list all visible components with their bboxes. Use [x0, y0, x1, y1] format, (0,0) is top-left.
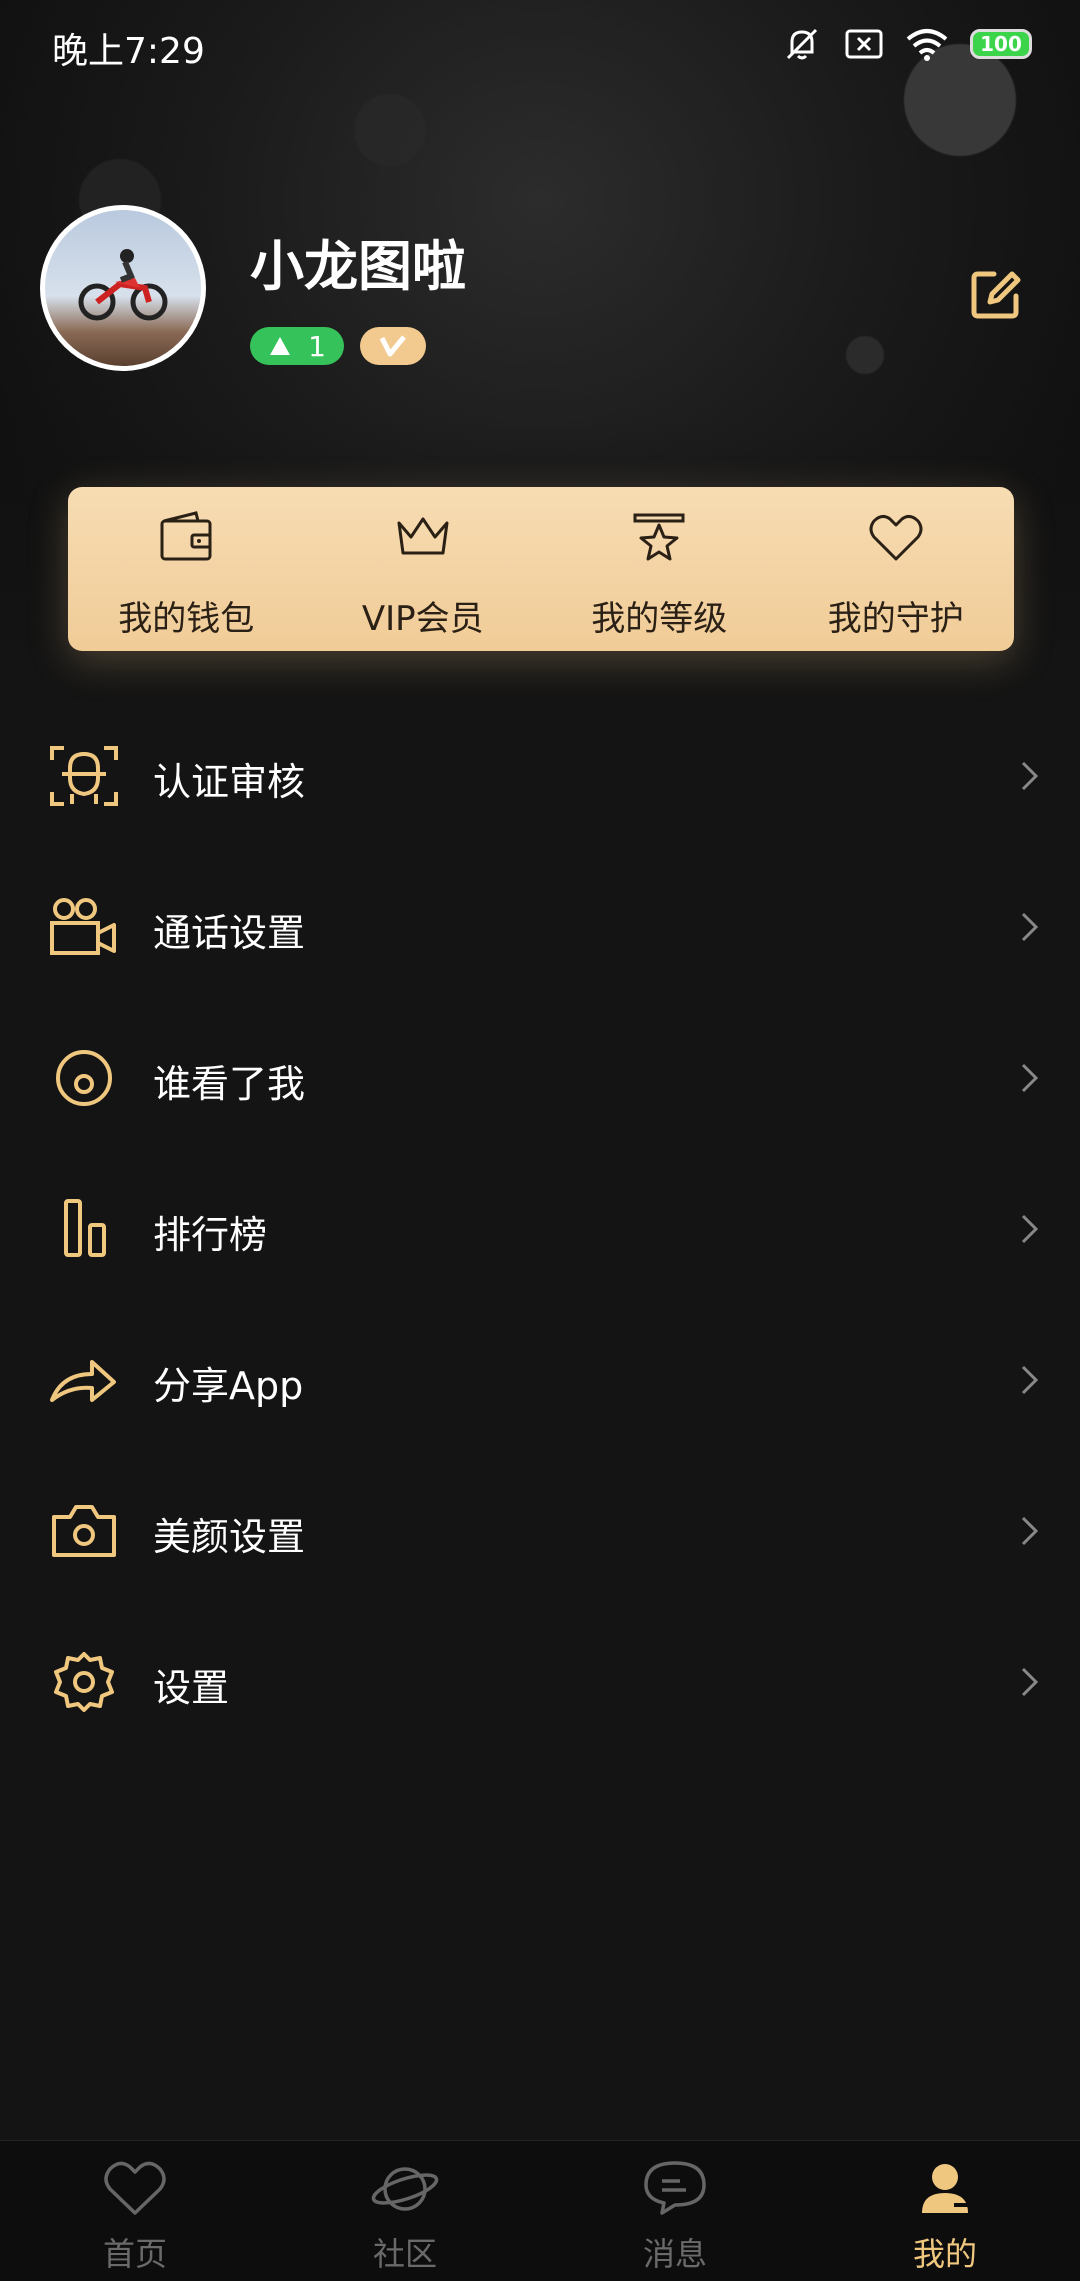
wallet-icon: [160, 511, 212, 561]
quick-level-label: 我的等级: [591, 599, 728, 639]
user-icon: [922, 2164, 968, 2213]
chevron-right-icon: [1021, 912, 1039, 942]
status-bar: 晚上7:29 100: [0, 0, 1080, 90]
menu-label-ranking: 排行榜: [153, 1213, 268, 1257]
menu-label-visitors: 谁看了我: [153, 1062, 306, 1106]
tab-home[interactable]: 首页: [0, 2141, 270, 2281]
chevron-right-icon: [1021, 761, 1039, 791]
gear-icon: [54, 1652, 114, 1712]
star-ribbon-icon: [633, 513, 685, 561]
chevron-right-icon: [1021, 1516, 1039, 1546]
camera-icon: [52, 1505, 116, 1557]
quick-wallet-label: 我的钱包: [118, 599, 255, 639]
heart-icon: [104, 2161, 166, 2215]
mute-icon: [786, 28, 818, 60]
chevron-right-icon: [1021, 1063, 1039, 1093]
crown-icon: [397, 517, 449, 555]
wifi-icon: [906, 29, 948, 61]
menu-label-settings: 设置: [153, 1666, 230, 1710]
tab-community[interactable]: 社区: [270, 2141, 540, 2281]
no-sim-icon: [845, 29, 883, 59]
chat-icon: [644, 2161, 706, 2215]
avatar[interactable]: [40, 205, 206, 371]
status-time: 晚上7:29: [52, 31, 205, 72]
tab-home-label: 首页: [102, 2235, 167, 2273]
level-badge[interactable]: 1: [250, 327, 344, 365]
status-icons: 100: [782, 22, 1032, 66]
vip-badge[interactable]: [360, 327, 426, 365]
menu-label-beauty: 美颜设置: [153, 1515, 306, 1559]
tab-mine-label: 我的: [912, 2235, 977, 2273]
bottom-tab-bar: 首页 社区 消息 我的: [0, 2140, 1080, 2281]
username: 小龙图啦: [250, 235, 466, 298]
menu-item-share[interactable]: 分享App: [0, 1304, 1080, 1455]
menu-list: 认证审核 通话设置 谁看了我 排行榜 分享App 美颜设置 设置: [0, 700, 1080, 1757]
quick-level[interactable]: 我的等级: [541, 487, 778, 651]
chevron-right-icon: [1021, 1365, 1039, 1395]
chevron-right-icon: [1021, 1667, 1039, 1697]
menu-item-visitors[interactable]: 谁看了我: [0, 1002, 1080, 1153]
share-icon: [50, 1360, 116, 1402]
menu-item-call-settings[interactable]: 通话设置: [0, 851, 1080, 1002]
quick-guard-label: 我的守护: [827, 599, 964, 639]
menu-label-share: 分享App: [153, 1364, 304, 1408]
edit-profile-button[interactable]: [970, 268, 1022, 320]
quick-guard[interactable]: 我的守护: [778, 487, 1015, 651]
chevron-right-icon: [1021, 1214, 1039, 1244]
quick-actions-panel: 我的钱包 VIP会员 我的等级 我的守护: [68, 487, 1014, 651]
menu-item-beauty[interactable]: 美颜设置: [0, 1455, 1080, 1606]
tab-messages[interactable]: 消息: [540, 2141, 810, 2281]
menu-label-call-settings: 通话设置: [153, 911, 306, 955]
tab-community-label: 社区: [372, 2235, 437, 2273]
ranking-icon: [64, 1199, 106, 1257]
level-arrow-icon: [270, 337, 291, 355]
quick-vip[interactable]: VIP会员: [305, 487, 542, 651]
edit-icon: [971, 271, 1021, 319]
tab-mine[interactable]: 我的: [810, 2141, 1080, 2281]
video-call-icon: [50, 898, 116, 955]
quick-vip-label: VIP会员: [361, 599, 484, 639]
menu-item-ranking[interactable]: 排行榜: [0, 1153, 1080, 1304]
vip-v-icon: [379, 335, 406, 357]
face-verify-icon: [50, 746, 118, 806]
heart-icon: [869, 514, 923, 561]
menu-item-settings[interactable]: 设置: [0, 1606, 1080, 1757]
planet-icon: [371, 2167, 439, 2211]
visitor-icon: [56, 1050, 112, 1106]
menu-item-verify[interactable]: 认证审核: [0, 700, 1080, 851]
quick-wallet[interactable]: 我的钱包: [68, 487, 305, 651]
tab-messages-label: 消息: [642, 2235, 707, 2273]
battery-indicator: 100: [970, 29, 1032, 59]
level-number: 1: [308, 329, 326, 363]
menu-label-verify: 认证审核: [153, 760, 306, 804]
motocross-photo: [78, 249, 168, 321]
